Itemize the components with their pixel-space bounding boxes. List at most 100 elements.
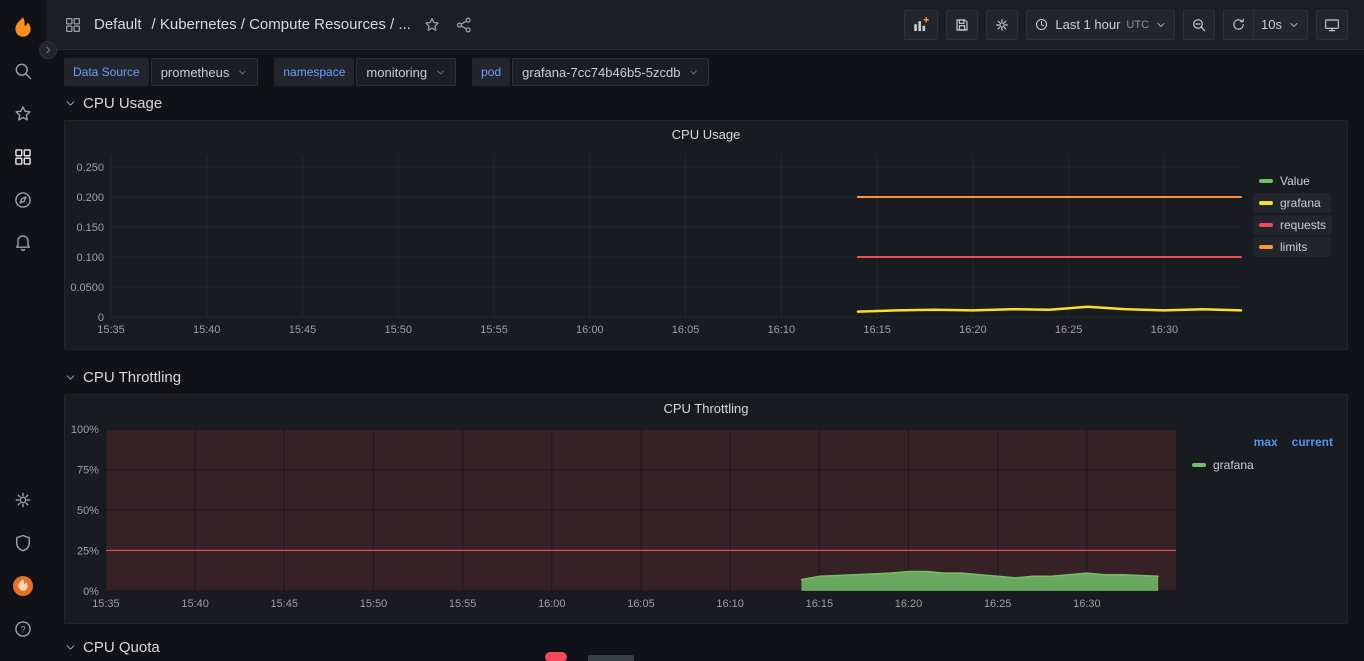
time-range-label: Last 1 hour (1055, 17, 1121, 32)
zoom-out-button[interactable] (1183, 9, 1216, 40)
legend-item-limits[interactable]: limits (1253, 237, 1331, 257)
svg-text:16:00: 16:00 (538, 598, 565, 610)
star-dashboard-icon[interactable] (421, 14, 443, 36)
variable-value: monitoring (366, 64, 428, 80)
svg-text:16:25: 16:25 (1055, 324, 1083, 336)
chevron-down-icon (239, 70, 246, 74)
chevron-down-icon (690, 70, 698, 74)
search-icon[interactable] (7, 55, 39, 87)
legend-item-grafana[interactable]: grafana (1192, 458, 1337, 472)
svg-text:16:00: 16:00 (576, 324, 604, 336)
partial-gray-bar (588, 655, 634, 661)
namespace-picker[interactable]: monitoring (356, 58, 457, 86)
chevron-down-icon (437, 70, 444, 74)
legend-item-requests[interactable]: requests (1253, 215, 1333, 235)
row-header-cpu-usage[interactable]: CPU Usage (64, 92, 1348, 114)
svg-text:16:15: 16:15 (863, 324, 891, 336)
refresh-group: 10s (1223, 9, 1308, 40)
svg-text:?: ? (20, 624, 25, 634)
time-range-picker[interactable]: Last 1 hour UTC (1026, 9, 1176, 40)
org-avatar[interactable] (7, 570, 39, 602)
chevron-down-icon (66, 644, 75, 650)
svg-text:15:35: 15:35 (97, 324, 125, 336)
sidebar-expand-button[interactable] (39, 41, 57, 59)
svg-text:16:05: 16:05 (672, 324, 700, 336)
svg-text:50%: 50% (77, 505, 99, 517)
legend-swatch (1259, 223, 1273, 227)
chevron-down-icon (1290, 22, 1298, 27)
cpu-usage-panel: CPU Usage 0 0.0500 0.100 0.150 0.200 0.250 15:… (64, 120, 1348, 350)
pod-picker[interactable]: grafana-7cc74b46b5-5zcdb (512, 58, 710, 86)
add-panel-icon (914, 16, 930, 31)
row-header-cpu-quota[interactable]: CPU Quota (64, 636, 1348, 658)
legend-swatch (1259, 201, 1273, 205)
grafana-logo[interactable] (7, 12, 39, 44)
panel-body: 0% 25% 50% 75% 100% 15:35 15:40 15:45 15:50 15:55… (65, 421, 1347, 621)
variable-datasource: Data Source prometheus (64, 58, 259, 86)
svg-text:25%: 25% (77, 545, 99, 557)
legend-header-max[interactable]: max (1254, 435, 1278, 449)
dashboard-settings-button[interactable] (986, 9, 1019, 40)
legend-label: requests (1280, 218, 1327, 232)
datasource-picker[interactable]: prometheus (150, 58, 259, 86)
time-zone-label: UTC (1126, 18, 1150, 31)
topbar-actions: Last 1 hour UTC 10s (904, 9, 1348, 40)
monitor-icon (1325, 18, 1339, 31)
add-panel-button[interactable] (904, 9, 939, 40)
partial-next-panel (545, 652, 634, 661)
svg-text:75%: 75% (77, 465, 99, 477)
alerting-icon[interactable] (7, 227, 39, 259)
legend-item-value[interactable]: Value (1253, 171, 1331, 191)
legend-headers: max current (1192, 435, 1337, 449)
legend-swatch (1192, 463, 1206, 467)
svg-text:15:45: 15:45 (289, 324, 317, 336)
svg-text:0.200: 0.200 (76, 192, 104, 204)
configuration-gear-icon[interactable] (7, 484, 39, 516)
dashboard-variables: Data Source prometheus namespace monitor… (46, 50, 1364, 92)
svg-text:15:40: 15:40 (193, 324, 221, 336)
svg-text:16:30: 16:30 (1073, 598, 1100, 610)
legend-header-current[interactable]: current (1292, 435, 1333, 449)
save-dashboard-button[interactable] (946, 9, 979, 40)
refresh-button[interactable] (1223, 9, 1255, 40)
dashboards-icon[interactable] (7, 141, 39, 173)
variable-value: prometheus (160, 64, 230, 80)
variable-label: Data Source (64, 58, 149, 86)
chevron-down-icon (66, 100, 75, 106)
cpu-throttling-chart[interactable]: 0% 25% 50% 75% 100% 15:35 15:40 15:45 15:50 15:55… (65, 421, 1188, 621)
share-icon[interactable] (453, 14, 475, 36)
server-admin-shield-icon[interactable] (7, 527, 39, 559)
panel-title[interactable]: CPU Usage (65, 121, 1347, 147)
panel-body: 0 0.0500 0.100 0.150 0.200 0.250 15:35 15:40 15:… (65, 147, 1347, 347)
legend-swatch (1259, 245, 1273, 249)
panel-title[interactable]: CPU Throttling (65, 395, 1347, 421)
tv-mode-button[interactable] (1316, 9, 1348, 40)
svg-text:0.150: 0.150 (76, 222, 104, 234)
starred-icon[interactable] (7, 98, 39, 130)
help-icon[interactable]: ? (7, 613, 39, 645)
main-area: Default / Kubernetes / Compute Resources… (46, 0, 1364, 661)
svg-text:16:30: 16:30 (1151, 324, 1179, 336)
row-header-cpu-throttling[interactable]: CPU Throttling (64, 366, 1348, 388)
legend-item-grafana[interactable]: grafana (1253, 193, 1331, 213)
refresh-icon (1233, 18, 1244, 30)
refresh-interval-picker[interactable]: 10s (1254, 9, 1308, 40)
variable-label: namespace (274, 58, 355, 86)
svg-text:0%: 0% (83, 586, 99, 598)
svg-text:15:55: 15:55 (449, 598, 476, 610)
cpu-usage-chart[interactable]: 0 0.0500 0.100 0.150 0.200 0.250 15:35 15:40 15:… (65, 147, 1253, 347)
topbar: Default / Kubernetes / Compute Resources… (46, 0, 1364, 50)
svg-text:100%: 100% (71, 424, 99, 436)
svg-text:15:40: 15:40 (181, 598, 208, 610)
legend-label: grafana (1280, 196, 1321, 210)
explore-icon[interactable] (7, 184, 39, 216)
svg-text:0: 0 (98, 312, 104, 324)
svg-text:16:20: 16:20 (895, 598, 922, 610)
breadcrumb-path[interactable]: / Kubernetes / Compute Resources / ... (152, 16, 411, 33)
gear-icon (996, 18, 1009, 31)
cpu-throttling-legend: max current grafana (1188, 421, 1347, 621)
cpu-usage-legend: Value grafana requests limits (1253, 147, 1347, 347)
svg-text:15:50: 15:50 (385, 324, 413, 336)
breadcrumb-root[interactable]: Default (94, 16, 142, 33)
zoom-out-icon (1193, 18, 1206, 31)
